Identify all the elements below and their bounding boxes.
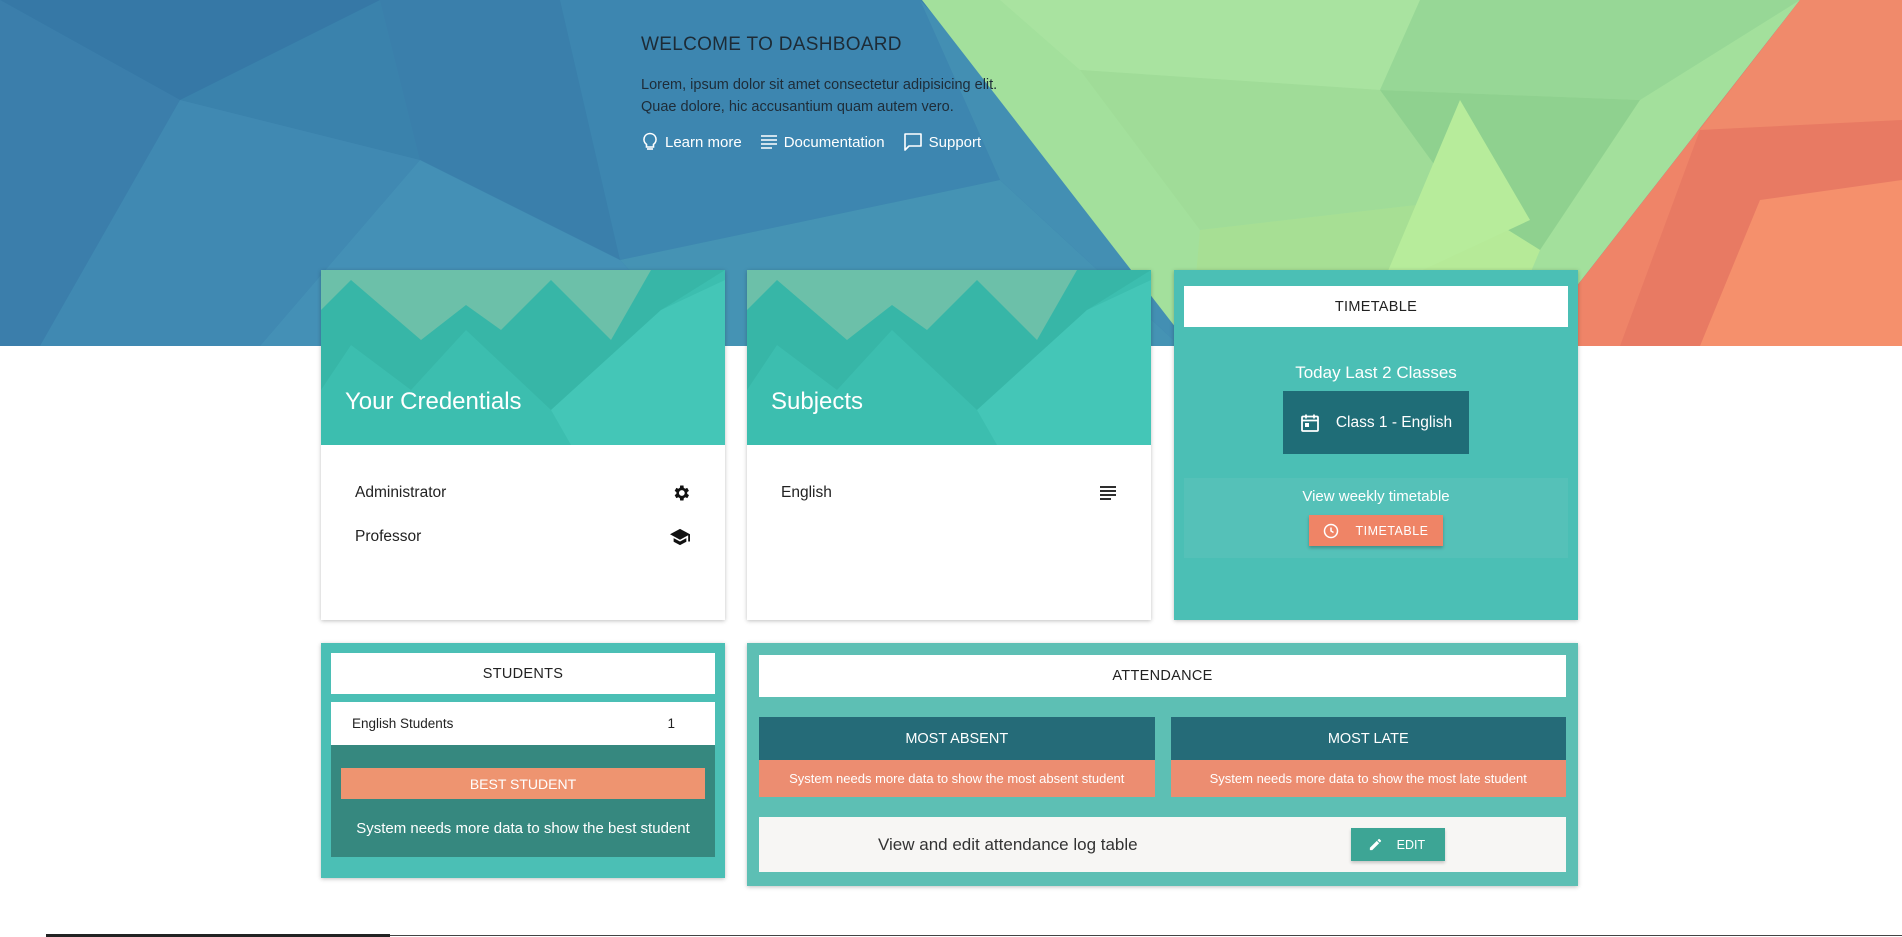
attendance-card: ATTENDANCE MOST ABSENT System needs more… [747,643,1578,886]
chat-bubble-icon [903,133,922,151]
graduation-cap-icon [670,528,690,546]
credentials-list: Administrator Professor [321,445,725,559]
best-student-section: BEST STUDENT System needs more data to s… [331,745,715,857]
credentials-card: Your Credentials Administrator Professor [321,270,725,620]
pencil-icon [1369,838,1381,851]
class-item[interactable]: Class 1 - English [1283,391,1469,454]
most-absent-panel: MOST ABSENT System needs more data to sh… [759,717,1155,797]
credential-item-professor[interactable]: Professor [355,515,691,559]
hero-description-line-1: Lorem, ipsum dolor sit amet consectetur … [641,77,998,93]
credential-item-administrator[interactable]: Administrator [355,471,691,515]
page-title: WELCOME TO DASHBOARD [641,34,902,55]
gear-icon [674,485,689,501]
subjects-list: English [747,445,1151,515]
students-row-label: English Students [352,716,454,731]
students-header: STUDENTS [331,653,715,694]
clock-icon [1324,523,1339,538]
calendar-icon [1300,414,1319,432]
lightbulb-icon [643,132,657,150]
attendance-columns: MOST ABSENT System needs more data to sh… [759,717,1566,797]
students-row-count: 1 [667,716,675,731]
weekly-timetable-section: View weekly timetable TIMETABLE [1184,478,1568,558]
edit-button-label: EDIT [1396,837,1426,852]
most-late-text: System needs more data to show the most … [1170,760,1566,797]
class-item-label: Class 1 - English [1335,413,1453,431]
mountain-pattern [321,270,725,445]
credential-item-label: Administrator [355,484,447,501]
documentation-link[interactable]: Documentation [760,132,885,152]
learn-more-link[interactable]: Learn more [641,132,742,152]
notes-icon [1100,486,1116,500]
learn-more-label: Learn more [665,133,742,151]
credential-item-label: Professor [355,528,422,545]
credentials-title: Your Credentials [345,388,522,415]
notes-icon [760,135,777,149]
most-absent-header: MOST ABSENT [759,717,1155,760]
attendance-log-text: View and edit attendance log table [878,834,1138,854]
students-card: STUDENTS English Students 1 BEST STUDENT… [321,643,725,878]
timetable-button-label: TIMETABLE [1355,523,1429,538]
hero-description: Lorem, ipsum dolor sit amet consectetur … [641,74,997,118]
hero-links: Learn more Documentation Support [641,132,997,152]
attendance-log-row: View and edit attendance log table EDIT [759,817,1566,872]
bottom-divider-thin [390,935,1902,936]
best-student-header: BEST STUDENT [341,768,705,799]
best-student-text: System needs more data to show the best … [356,820,690,837]
students-row[interactable]: English Students 1 [331,702,715,745]
subjects-title: Subjects [771,388,864,415]
hero-text: WELCOME TO DASHBOARD Lorem, ipsum dolor … [641,34,997,152]
credentials-card-header: Your Credentials [321,270,725,445]
hero-description-line-2: Quae dolore, hic accusantium quam autem … [641,99,954,115]
most-absent-text: System needs more data to show the most … [759,760,1155,797]
mountain-pattern [747,270,1151,445]
support-link[interactable]: Support [903,132,982,152]
documentation-label: Documentation [783,133,885,151]
most-late-header: MOST LATE [1170,717,1566,760]
subjects-card: Subjects English [747,270,1151,620]
subjects-card-header: Subjects [747,270,1151,445]
timetable-header: TIMETABLE [1184,286,1568,327]
weekly-timetable-label: View weekly timetable [1302,488,1450,505]
support-label: Support [928,133,982,151]
timetable-card: TIMETABLE Today Last 2 Classes Class 1 -… [1174,270,1578,620]
subject-item-label: English [781,484,832,501]
timetable-subtitle: Today Last 2 Classes [1295,363,1457,382]
subject-item-english[interactable]: English [781,471,1117,515]
attendance-header: ATTENDANCE [759,655,1566,697]
timetable-button[interactable]: TIMETABLE [1309,515,1443,546]
edit-button[interactable]: EDIT [1350,828,1446,861]
most-late-panel: MOST LATE System needs more data to show… [1170,717,1566,797]
